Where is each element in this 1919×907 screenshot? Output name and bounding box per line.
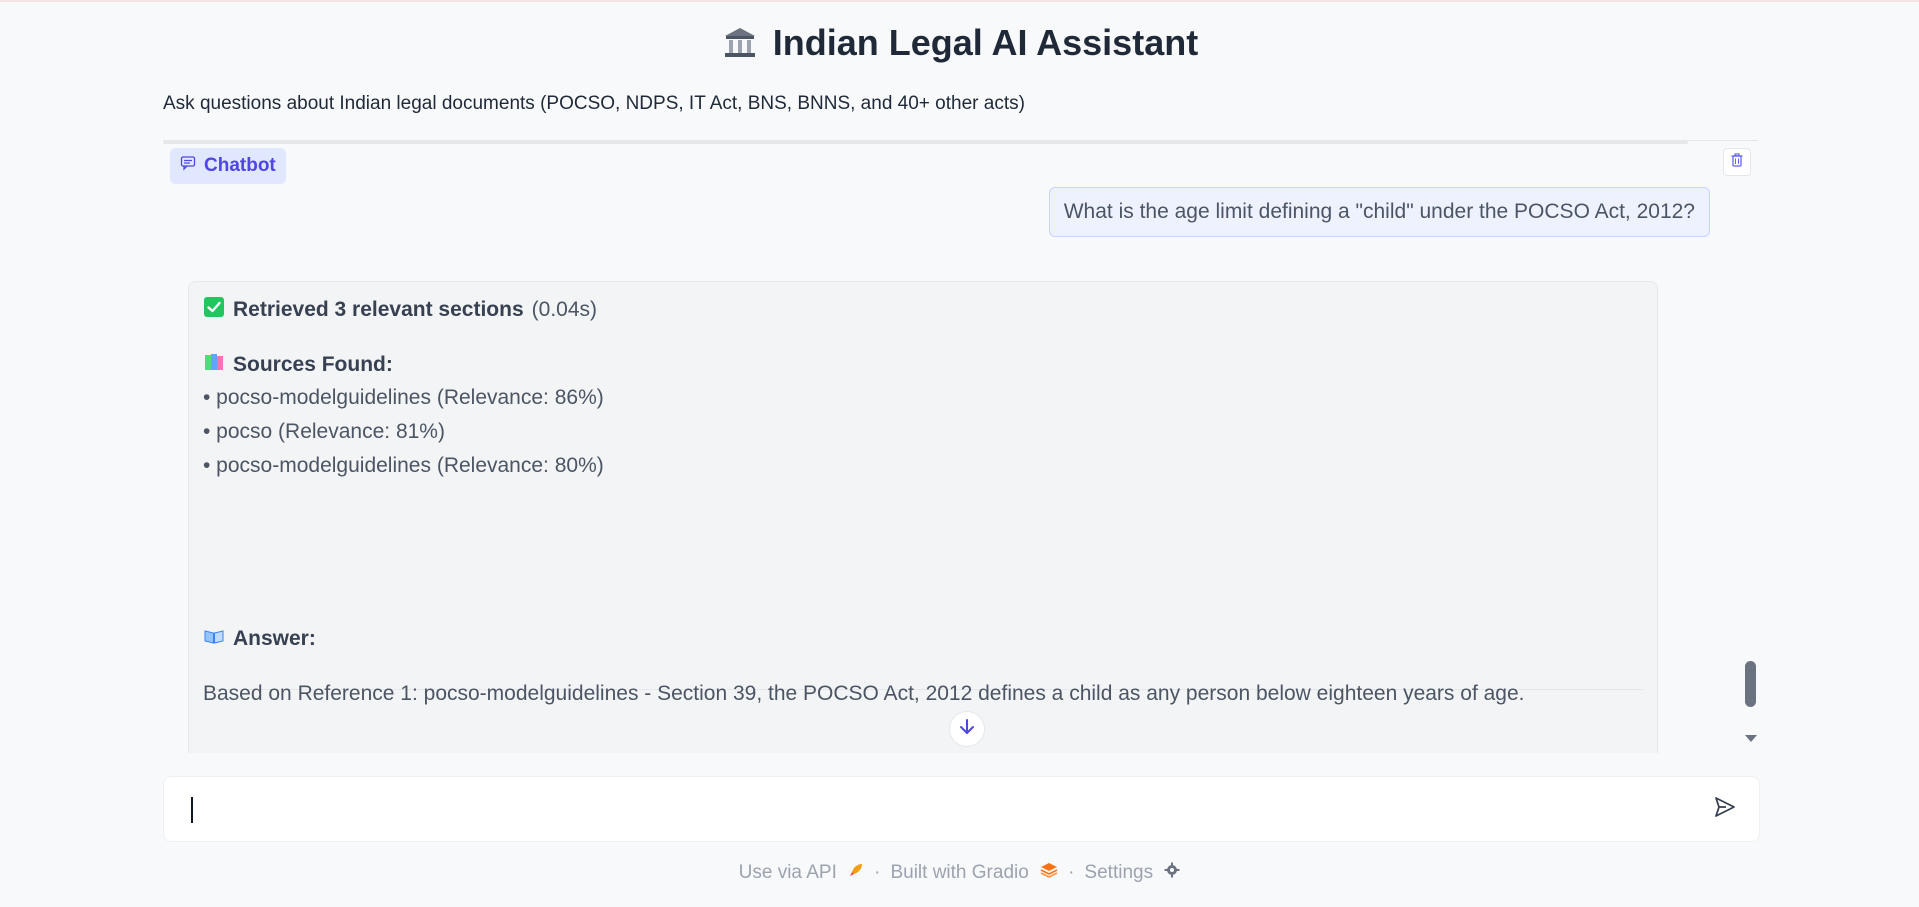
answer-heading-row: Answer:	[203, 625, 316, 653]
scrollbar-thumb[interactable]	[1745, 661, 1756, 707]
page-header: Indian Legal AI Assistant	[0, 22, 1919, 64]
footer-separator: ·	[874, 862, 881, 883]
panel-top-edge	[163, 141, 1688, 144]
open-book-icon	[203, 625, 225, 653]
chat-scrollbar[interactable]	[1743, 141, 1758, 753]
source-item: • pocso-modelguidelines (Relevance: 80%)	[203, 454, 604, 477]
answer-text: Based on Reference 1: pocso-modelguideli…	[203, 682, 1525, 705]
retrieved-time: (0.04s)	[531, 298, 597, 321]
send-button[interactable]	[1711, 795, 1739, 823]
building-icon	[721, 24, 759, 62]
footer: Use via API · Built with Gradio · Settin…	[0, 862, 1919, 884]
source-item: • pocso-modelguidelines (Relevance: 86%)	[203, 386, 604, 409]
arrow-down-icon	[957, 717, 977, 742]
settings-link[interactable]: Settings	[1084, 862, 1180, 884]
settings-text: Settings	[1084, 862, 1154, 883]
message-input-bar	[163, 776, 1760, 842]
built-with-gradio-text: Built with Gradio	[890, 862, 1029, 883]
use-via-api-text: Use via API	[738, 862, 837, 883]
sources-heading-row: Sources Found:	[203, 351, 393, 379]
scroll-to-bottom-button[interactable]	[949, 711, 985, 747]
message-input[interactable]	[184, 791, 1668, 829]
retrieved-line: Retrieved 3 relevant sections (0.04s)	[203, 296, 597, 324]
gradio-logo-icon	[1040, 862, 1058, 884]
check-icon	[203, 296, 225, 324]
gear-icon	[1164, 862, 1180, 884]
user-message: What is the age limit defining a "child"…	[1048, 187, 1710, 237]
chatbot-label: Chatbot	[170, 148, 286, 184]
text-caret	[191, 797, 193, 823]
page-subtitle: Ask questions about Indian legal documen…	[163, 93, 1025, 114]
books-icon	[203, 351, 225, 379]
use-via-api-link[interactable]: Use via API	[739, 862, 865, 884]
page-title: Indian Legal AI Assistant	[772, 22, 1199, 63]
app-root: Indian Legal AI Assistant Ask questions …	[0, 0, 1919, 907]
sources-heading: Sources Found:	[233, 353, 393, 376]
scrollbar-down-arrow[interactable]	[1745, 735, 1757, 742]
chatbot-panel: Chatbot What is the age limit defining a…	[163, 140, 1758, 753]
source-item: • pocso (Relevance: 81%)	[203, 420, 445, 443]
chat-icon	[180, 155, 196, 177]
top-border	[0, 0, 1919, 2]
rocket-icon	[848, 862, 864, 884]
answer-heading: Answer:	[233, 627, 316, 650]
retrieved-text: Retrieved 3 relevant sections	[233, 298, 524, 321]
bot-message: Retrieved 3 relevant sections (0.04s) So…	[188, 281, 1658, 753]
built-with-gradio-link[interactable]: Built with Gradio	[890, 862, 1058, 884]
footer-separator: ·	[1068, 862, 1075, 883]
chatbot-label-text: Chatbot	[204, 155, 276, 176]
send-icon	[1713, 795, 1737, 824]
